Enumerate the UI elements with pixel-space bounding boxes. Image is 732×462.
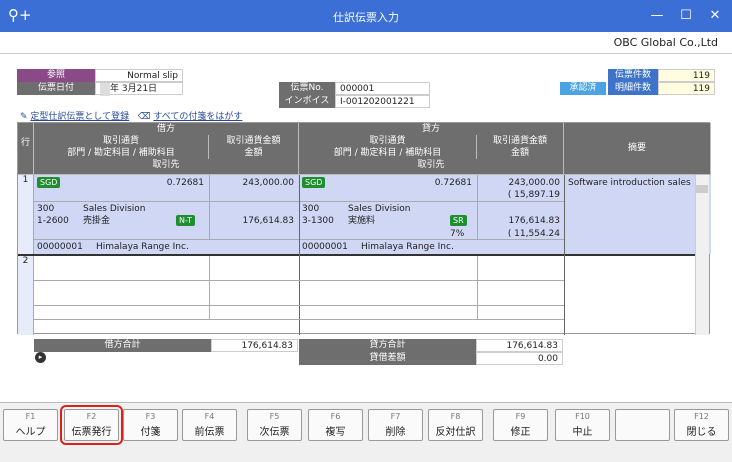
debit-partner-header: 取引先	[34, 159, 299, 175]
debit-account-code: 1-2600	[37, 216, 69, 226]
f8-reverse-entry-button[interactable]: F8 反対仕訳	[428, 409, 483, 441]
title-bar: ⚲+ 仕訳伝票入力 — ☐ ✕	[0, 0, 732, 32]
diff-label: 貸借差額	[299, 352, 476, 365]
f6-copy-button[interactable]: F6 複写	[308, 409, 363, 441]
credit-dept-name: Sales Division	[348, 204, 411, 214]
close-icon[interactable]: ✕	[705, 6, 725, 26]
invoice-no-label: インボイスNo.	[279, 95, 335, 119]
company-bar: OBC Global Co.,Ltd	[0, 32, 732, 54]
debit-account-name: 売掛金	[83, 216, 111, 226]
credit-currency-amount: 243,000.00	[508, 178, 560, 188]
credit-account-name: 実施料	[348, 216, 376, 226]
debit-amount: 176,614.83	[242, 216, 294, 226]
f4-prev-slip-button[interactable]: F4 前伝票	[182, 409, 237, 441]
credit-currency-tax: ( 15,897.19	[507, 190, 560, 200]
row-header: 行	[18, 123, 34, 175]
f12-close-button[interactable]: F12 閉じる	[674, 409, 729, 441]
debit-total-label: 借方合計	[34, 339, 211, 352]
minimize-icon[interactable]: —	[647, 6, 667, 26]
date-text: 年 3月21日	[110, 84, 158, 94]
credit-total-label: 貸方合計	[299, 339, 476, 352]
slip-count-label: 伝票件数	[608, 69, 658, 82]
expand-arrow-icon[interactable]: ▸	[35, 352, 46, 363]
f3-note-button[interactable]: F3 付箋	[123, 409, 178, 441]
debit-rate: 0.72681	[166, 178, 204, 188]
credit-rate: 0.72681	[434, 178, 472, 188]
date-label: 伝票日付	[17, 82, 95, 95]
diff-value: 0.00	[476, 352, 563, 365]
remove-notes-link[interactable]: すべての付箋をはがす	[153, 112, 242, 122]
memo-header: 摘要	[564, 123, 711, 175]
slip-no-value[interactable]: 000001	[335, 82, 430, 95]
f9-edit-button[interactable]: F9 修正	[493, 409, 548, 441]
f10-cancel-button[interactable]: F10 中止	[555, 409, 610, 441]
ref-label: 参照	[17, 69, 95, 82]
memo-cell[interactable]: Software introduction sales	[568, 177, 691, 189]
row-number: 1	[18, 175, 34, 254]
credit-amount: 176,614.83	[508, 216, 560, 226]
ref-value[interactable]: Normal slip	[95, 69, 183, 82]
grid-scrollbar[interactable]	[695, 175, 709, 335]
f11-blank-button[interactable]	[615, 409, 670, 441]
window-title: 仕訳伝票入力	[333, 11, 399, 24]
debit-partner-name: Himalaya Range Inc.	[96, 242, 189, 252]
edit-icon: ✎	[20, 112, 28, 122]
debit-dept-name: Sales Division	[83, 204, 146, 214]
slip-count-value: 119	[658, 69, 715, 82]
debit-currency-amount: 243,000.00	[242, 178, 294, 188]
credit-partner-name: Himalaya Range Inc.	[361, 242, 454, 252]
maximize-icon[interactable]: ☐	[676, 6, 696, 26]
credit-tax-tag: SR	[450, 215, 467, 226]
f7-delete-button[interactable]: F7 削除	[368, 409, 423, 441]
debit-dept-code: 300	[37, 204, 55, 214]
detail-count-label: 明細件数	[608, 82, 658, 95]
credit-total: 176,614.83	[476, 339, 563, 352]
debit-currency: SGD	[37, 177, 61, 188]
f2-print-slip-button[interactable]: F2 伝票発行	[60, 405, 123, 445]
eraser-icon: ⌫	[137, 112, 151, 122]
function-key-bar: F1 ヘルプ F2 伝票発行 F3 付箋 F4 前伝票 F5 次伝票 F6 複写 F7 削除 …	[0, 402, 732, 450]
debit-total: 176,614.83	[211, 339, 298, 352]
approved-badge: 承認済	[560, 82, 606, 95]
company-name: OBC Global Co.,Ltd	[613, 36, 718, 49]
credit-partner-code: 00000001	[302, 242, 348, 252]
f5-next-slip-button[interactable]: F5 次伝票	[247, 409, 302, 441]
journal-grid: 行 借方 取引通貨 取引通貨金額 部門 / 勘定科目 / 補助科目 金額 取引先…	[17, 122, 711, 335]
status-bar	[0, 450, 732, 462]
debit-partner-code: 00000001	[37, 242, 83, 252]
debit-tax-tag: N-T	[176, 215, 196, 226]
credit-partner-header: 取引先	[299, 159, 564, 175]
f1-help-button[interactable]: F1 ヘルプ	[3, 409, 58, 441]
invoice-no-value[interactable]: I-001202001221	[335, 95, 430, 108]
slip-no-label: 伝票No.	[279, 82, 335, 95]
credit-account-code: 3-1300	[302, 216, 334, 226]
row-number: 2	[18, 256, 34, 335]
detail-count-value: 119	[658, 82, 715, 95]
date-value[interactable]: 年 3月21日	[95, 82, 183, 96]
credit-currency: SGD	[302, 177, 326, 188]
link-row: ✎ 定型仕訳伝票として登録 ⌫ すべての付箋をはがす	[20, 109, 242, 122]
credit-dept-code: 300	[302, 204, 320, 214]
register-template-link[interactable]: 定型仕訳伝票として登録	[30, 112, 129, 122]
